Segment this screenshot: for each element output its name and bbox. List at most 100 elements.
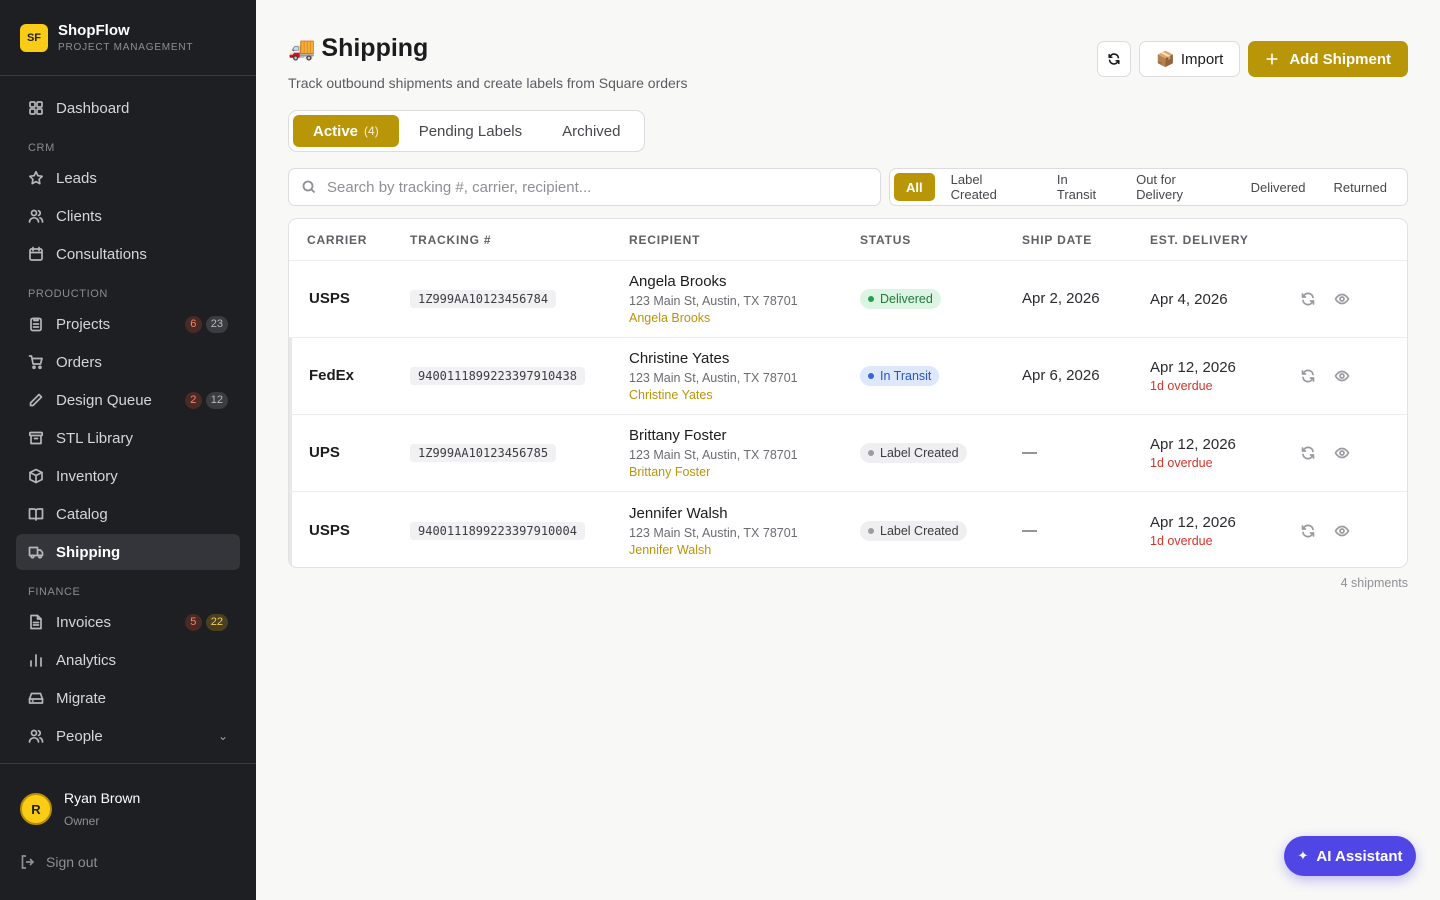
sidebar-item-label: Leads [56, 169, 97, 187]
sidebar-item-label: Migrate [56, 689, 107, 707]
refresh-icon[interactable] [1300, 291, 1316, 307]
column-header-recipient[interactable]: RECIPIENT [629, 233, 860, 247]
column-header-status[interactable]: STATUS [860, 233, 1022, 247]
sidebar-item-label: Invoices [56, 613, 112, 631]
filter-delivered[interactable]: Delivered [1239, 173, 1318, 201]
refresh-button[interactable] [1097, 41, 1132, 77]
sidebar-item-label: Consultations [56, 245, 147, 263]
recipient-link[interactable]: Christine Yates [629, 388, 860, 402]
sidebar-item-leads[interactable]: Leads [16, 160, 240, 196]
ai-assistant-label: AI Assistant [1316, 847, 1403, 865]
tab-archived[interactable]: Archived [542, 115, 640, 147]
row-actions [1300, 523, 1407, 539]
column-header-est-delivery[interactable]: EST. DELIVERY [1150, 233, 1300, 247]
sign-out-button[interactable]: Sign out [20, 854, 236, 870]
import-button[interactable]: 📦 Import [1139, 41, 1241, 77]
recipient-name: Jennifer Walsh [629, 504, 728, 522]
recipient-link[interactable]: Angela Brooks [629, 311, 860, 325]
truck-icon: 🚚 [288, 35, 316, 61]
overdue-label: 1d overdue [1150, 456, 1213, 470]
filter-out-for-delivery[interactable]: Out for Delivery [1124, 172, 1235, 202]
filter-all[interactable]: All [894, 173, 935, 201]
sidebar-item-people[interactable]: People ⌄ [16, 718, 240, 754]
status-badge: Label Created [860, 443, 967, 463]
tracking-number[interactable]: 9400111899223397910004 [410, 521, 585, 540]
sidebar-item-migrate[interactable]: Migrate [16, 680, 240, 716]
sidebar-item-shipping[interactable]: Shipping [16, 534, 240, 570]
search-box [288, 168, 881, 206]
sidebar-item-label: Shipping [56, 543, 121, 561]
sidebar-item-analytics[interactable]: Analytics [16, 642, 240, 678]
sidebar-item-stl-library[interactable]: STL Library [16, 420, 240, 456]
status-filter-bar: All Label Created In Transit Out for Del… [889, 168, 1408, 206]
pencil-icon [28, 392, 44, 408]
page-header: 🚚 Shipping Track outbound shipments and … [288, 34, 687, 91]
est-delivery-cell: Apr 12, 2026 1d overdue [1150, 436, 1300, 470]
sidebar-item-invoices[interactable]: Invoices 5 22 [16, 604, 240, 640]
eye-icon[interactable] [1334, 523, 1350, 539]
ai-assistant-button[interactable]: ✦ AI Assistant [1284, 836, 1416, 876]
table-row[interactable]: UPS 1Z999AA10123456785 Brittany Foster 1… [289, 415, 1407, 492]
est-delivery-date: Apr 12, 2026 [1150, 436, 1236, 453]
table-row[interactable]: FedEx 9400111899223397910438 Christine Y… [289, 338, 1407, 415]
filter-in-transit[interactable]: In Transit [1045, 172, 1120, 202]
refresh-icon[interactable] [1300, 523, 1316, 539]
badge-group: 5 22 [184, 613, 228, 631]
recipient-cell: Jennifer Walsh 123 Main St, Austin, TX 7… [629, 505, 860, 557]
carrier-name: USPS [309, 521, 350, 539]
sidebar-section-finance: FINANCE [28, 586, 81, 598]
user-block: R Ryan Brown Owner Sign out [0, 763, 256, 870]
column-header-ship-date[interactable]: SHIP DATE [1022, 233, 1150, 247]
sidebar-item-design-queue[interactable]: Design Queue 2 12 [16, 382, 240, 418]
sidebar-item-label: Analytics [56, 651, 117, 669]
sidebar-item-catalog[interactable]: Catalog [16, 496, 240, 532]
column-header-carrier[interactable]: CARRIER [289, 233, 390, 247]
alert-count-badge: 5 [184, 613, 202, 631]
est-delivery-cell: Apr 12, 2026 1d overdue [1150, 514, 1300, 548]
status-label: Delivered [880, 292, 933, 306]
table-row[interactable]: USPS 9400111899223397910004 Jennifer Wal… [289, 492, 1407, 567]
tracking-number[interactable]: 9400111899223397910438 [410, 367, 585, 385]
recipient-link[interactable]: Jennifer Walsh [629, 543, 860, 557]
est-delivery-cell: Apr 4, 2026 [1150, 291, 1300, 308]
brand[interactable]: SF ShopFlow PROJECT MANAGEMENT [0, 0, 256, 76]
eye-icon[interactable] [1334, 291, 1350, 307]
sidebar-nav: Dashboard CRM Leads Clients Consultation… [0, 76, 256, 754]
sidebar-item-clients[interactable]: Clients [16, 198, 240, 234]
refresh-icon[interactable] [1300, 368, 1316, 384]
page-title-text: Shipping [321, 34, 429, 62]
tracking-number[interactable]: 1Z999AA10123456784 [410, 290, 557, 308]
tab-pending-labels[interactable]: Pending Labels [399, 115, 542, 147]
log-out-icon [21, 855, 35, 869]
status-dot [868, 373, 874, 379]
brand-subtitle: PROJECT MANAGEMENT [58, 42, 194, 53]
refresh-icon[interactable] [1300, 445, 1316, 461]
sidebar-item-projects[interactable]: Projects 6 23 [16, 306, 240, 342]
table-row[interactable]: USPS 1Z999AA10123456784 Angela Brooks 12… [289, 261, 1407, 338]
column-header-tracking[interactable]: TRACKING # [390, 233, 629, 247]
filter-returned[interactable]: Returned [1322, 173, 1399, 201]
recipient-address: 123 Main St, Austin, TX 78701 [629, 525, 798, 540]
user-profile[interactable]: R Ryan Brown Owner [20, 790, 236, 828]
sidebar-item-dashboard[interactable]: Dashboard [16, 90, 240, 126]
tab-active[interactable]: Active (4) [293, 115, 399, 147]
table-header: CARRIER TRACKING # RECIPIENT STATUS SHIP… [289, 219, 1407, 261]
plus-icon [1266, 53, 1278, 65]
status-badge: Label Created [860, 520, 967, 541]
add-shipment-button[interactable]: Add Shipment [1248, 41, 1408, 77]
sidebar-item-label: Catalog [56, 505, 108, 523]
eye-icon[interactable] [1334, 368, 1350, 384]
tracking-number[interactable]: 1Z999AA10123456785 [410, 444, 557, 462]
eye-icon[interactable] [1334, 445, 1350, 461]
ship-date: — [1022, 521, 1037, 539]
search-input[interactable] [327, 178, 868, 196]
filter-label-created[interactable]: Label Created [939, 172, 1041, 202]
sidebar-item-inventory[interactable]: Inventory [16, 458, 240, 494]
chevron-down-icon[interactable]: ⌄ [218, 729, 228, 743]
sign-out-label: Sign out [46, 854, 98, 870]
recipient-link[interactable]: Brittany Foster [629, 465, 860, 479]
sidebar-item-consultations[interactable]: Consultations [16, 236, 240, 272]
recipient-cell: Brittany Foster 123 Main St, Austin, TX … [629, 427, 860, 479]
sidebar-item-orders[interactable]: Orders [16, 344, 240, 380]
est-delivery-date: Apr 12, 2026 [1150, 513, 1236, 531]
